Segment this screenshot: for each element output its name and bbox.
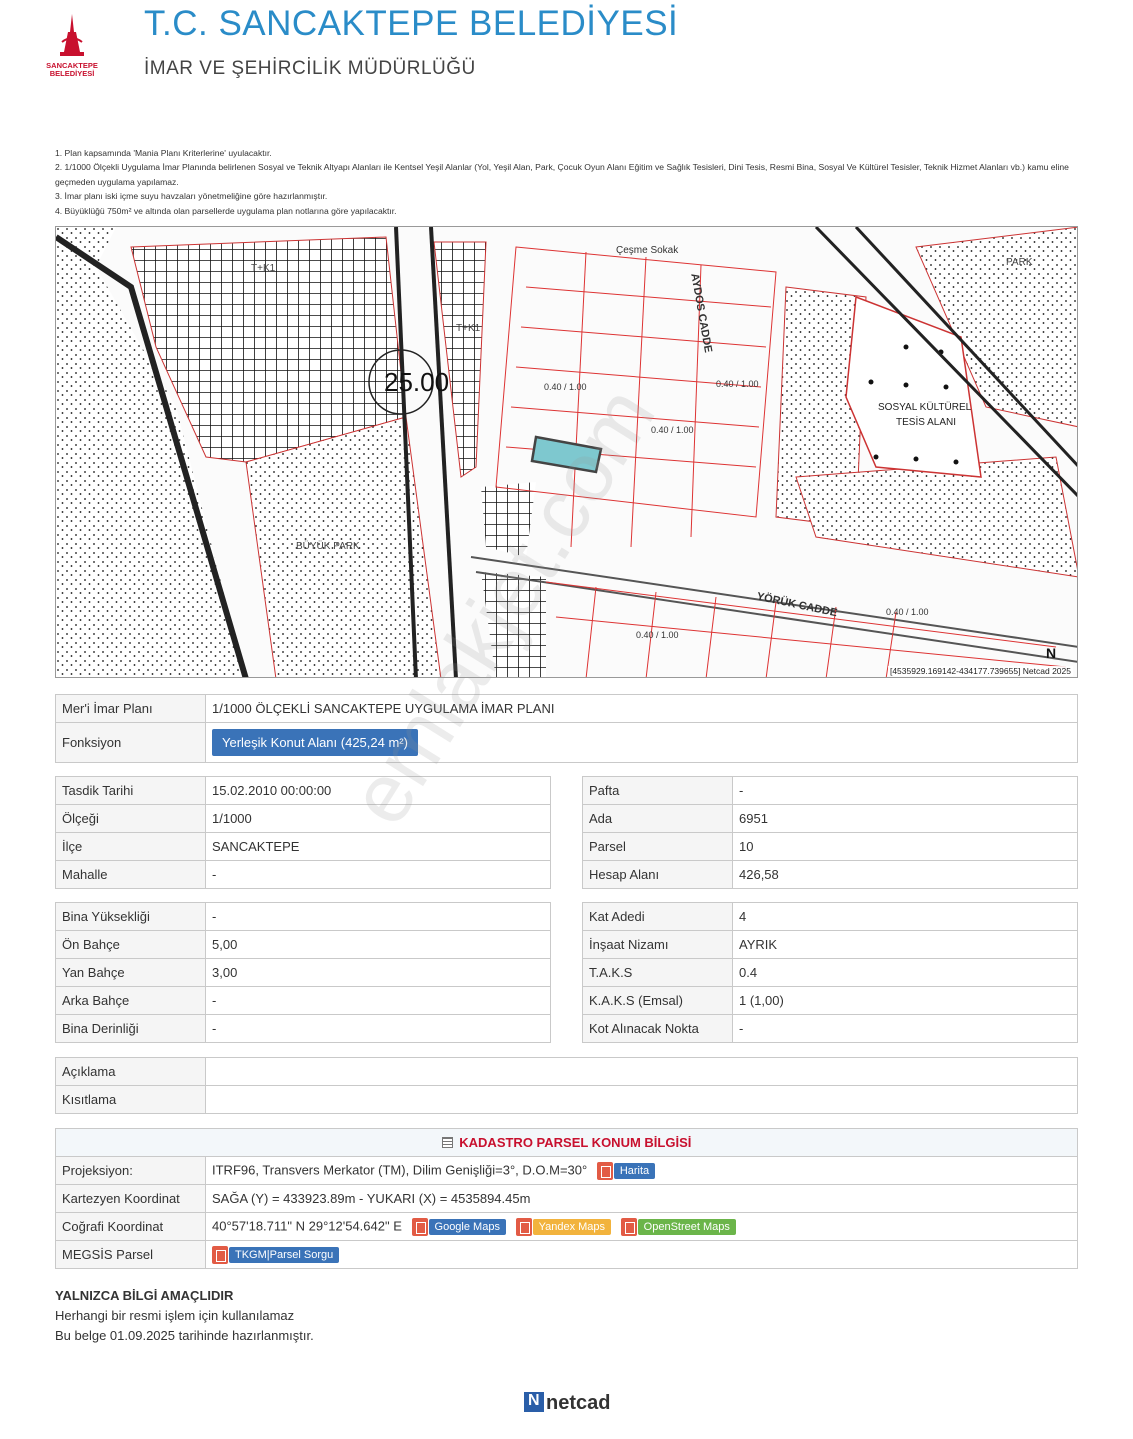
plan-note: 4. Büyüklüğü 750m² ve altında olan parse…: [55, 205, 397, 216]
document-icon: [515, 1217, 532, 1236]
field-value: SANCAKTEPE: [205, 832, 551, 861]
document-icon: [212, 1245, 228, 1264]
page-header: SANCAKTEPE BELEDİYESİ T.C. SANCAKTEPE BE…: [0, 0, 1133, 100]
document-icon: [620, 1217, 637, 1236]
field-label: Yan Bahçe: [55, 958, 206, 987]
map-label: 0.40 / 1.00: [716, 379, 759, 389]
map-label: T+K1: [251, 263, 276, 274]
openstreet-maps-button[interactable]: OpenStreet Maps: [637, 1218, 736, 1235]
map-label: PARK: [1006, 257, 1033, 268]
cartesian-label: Kartezyen Koordinat: [55, 1184, 206, 1213]
field-label: Ön Bahçe: [55, 930, 206, 959]
municipality-logo: SANCAKTEPE BELEDİYESİ: [36, 12, 108, 82]
cadastre-title: KADASTRO PARSEL KONUM BİLGİSİ: [459, 1135, 692, 1150]
field-label: T.A.K.S: [582, 958, 733, 987]
parcel-info-table-right: Pafta - Ada 6951 Parsel 10 Hesap Alanı 426,5…: [582, 776, 1078, 889]
field-value: -: [205, 1014, 551, 1043]
map-label: T+K1: [456, 323, 481, 334]
disclaimer-line: Herhangi bir resmi işlem için kullanılam…: [55, 1308, 295, 1323]
field-value: -: [205, 860, 551, 889]
projection-label: Projeksiyon:: [55, 1156, 206, 1185]
plan-value: 1/1000 ÖLÇEKLİ SANCAKTEPE UYGULAMA İMAR …: [205, 694, 1078, 723]
field-value: 3,00: [205, 958, 551, 987]
map-link-button[interactable]: Harita: [613, 1162, 656, 1179]
map-label: 25.00: [384, 367, 450, 397]
field-label: Arka Bahçe: [55, 986, 206, 1015]
map-label: 0.40 / 1.00: [636, 630, 679, 640]
remarks-table: Açıklama Kısıtlama: [55, 1057, 1078, 1114]
field-value: 4: [732, 902, 1078, 931]
field-value: -: [732, 1014, 1078, 1043]
disclaimer-title: YALNIZCA BİLGİ AMAÇLIDIR: [55, 1288, 234, 1303]
field-label: Ölçeği: [55, 804, 206, 833]
field-label: Kot Alınacak Nokta: [582, 1014, 733, 1043]
parcel-info-table-left: Tasdik Tarihi 15.02.2010 00:00:00 Ölçeği 1…: [55, 776, 551, 889]
kisitlama-label: Kısıtlama: [55, 1085, 206, 1114]
geographic-label: Coğrafi Koordinat: [55, 1212, 206, 1241]
field-label: Kat Adedi: [582, 902, 733, 931]
field-value: 10: [732, 832, 1078, 861]
field-value: 0.4: [732, 958, 1078, 987]
field-label: Bina Yüksekliği: [55, 902, 206, 931]
plan-note: 1. Plan kapsamında 'Mania Planı Kriterle…: [55, 148, 272, 158]
plan-note: 3. İmar planı iski içme suyu havzaları y…: [55, 191, 328, 202]
map-label: BÜYÜK PARK: [296, 541, 360, 552]
field-value: 5,00: [205, 930, 551, 959]
field-label: K.A.K.S (Emsal): [582, 986, 733, 1015]
map-label: 0.40 / 1.00: [886, 607, 929, 617]
field-value: 426,58: [732, 860, 1078, 889]
field-label: İnşaat Nizamı: [582, 930, 733, 959]
megsis-label: MEGSİS Parsel: [55, 1240, 206, 1269]
google-maps-button[interactable]: Google Maps: [428, 1218, 506, 1235]
page-subtitle: İMAR VE ŞEHİRCİLİK MÜDÜRLÜĞÜ: [144, 58, 476, 79]
aciklama-value: [205, 1057, 1078, 1086]
grid-icon: [441, 1137, 453, 1148]
field-value: AYRIK: [732, 930, 1078, 959]
field-label: Ada: [582, 804, 733, 833]
netcad-icon: [524, 1392, 544, 1412]
map-label: Çeşme Sokak: [616, 245, 679, 256]
field-label: Pafta: [582, 776, 733, 805]
cartesian-value: SAĞA (Y) = 433923.89m - YUKARI (X) = 453…: [205, 1184, 1078, 1213]
document-icon: [596, 1161, 613, 1180]
yandex-maps-button[interactable]: Yandex Maps: [532, 1218, 612, 1235]
plan-note: 2. 1/1000 Ölçekli Uygulama İmar Planında…: [55, 162, 1069, 187]
field-value: 6951: [732, 804, 1078, 833]
field-value: -: [732, 776, 1078, 805]
plan-label: Mer'i İmar Planı: [55, 694, 206, 723]
tkgm-parcel-query-button[interactable]: TKGM|Parsel Sorgu: [229, 1246, 340, 1263]
field-value: 1 (1,00): [732, 986, 1078, 1015]
footer-disclaimer: YALNIZCA BİLGİ AMAÇLIDIR Herhangi bir re…: [55, 1286, 314, 1346]
netcad-logo: netcad: [524, 1392, 610, 1415]
building-info-table-right: Kat Adedi 4 İnşaat Nizamı AYRIK T.A.K.S 0.4…: [582, 902, 1078, 1043]
logo-text: SANCAKTEPE BELEDİYESİ: [46, 61, 98, 78]
field-label: Mahalle: [55, 860, 206, 889]
document-icon: [411, 1217, 428, 1236]
field-label: Parsel: [582, 832, 733, 861]
tower-icon: [60, 14, 84, 56]
field-label: Tasdik Tarihi: [55, 776, 206, 805]
field-value: -: [205, 986, 551, 1015]
plan-notes: 1. Plan kapsamında 'Mania Planı Kriterle…: [55, 146, 1080, 218]
aciklama-label: Açıklama: [55, 1057, 206, 1086]
prepared-date: Bu belge 01.09.2025 tarihinde hazırlanmı…: [55, 1328, 314, 1343]
field-label: Bina Derinliği: [55, 1014, 206, 1043]
field-label: Hesap Alanı: [582, 860, 733, 889]
page-title: T.C. SANCAKTEPE BELEDİYESİ: [144, 4, 679, 43]
map-label: TESİS ALANI: [896, 417, 957, 428]
function-label: Fonksiyon: [55, 722, 206, 763]
cadastre-table: KADASTRO PARSEL KONUM BİLGİSİ Projeksiyo…: [55, 1128, 1078, 1269]
plan-table: Mer'i İmar Planı 1/1000 ÖLÇEKLİ SANCAKTE…: [55, 694, 1078, 763]
field-label: İlçe: [55, 832, 206, 861]
north-arrow-icon: N: [1046, 645, 1057, 661]
geographic-value: 40°57'18.711" N 29°12'54.642" E: [212, 1217, 402, 1233]
map-label: SOSYAL KÜLTÜREL: [878, 402, 972, 413]
projection-value: ITRF96, Transvers Merkator (TM), Dilim G…: [212, 1161, 588, 1177]
field-value: -: [205, 902, 551, 931]
building-info-table-left: Bina Yüksekliği - Ön Bahçe 5,00 Yan Bahçe 3…: [55, 902, 551, 1043]
map-coordinate-readout: [4535929.169142-434177.739655] Netcad 20…: [887, 666, 1073, 676]
kisitlama-value: [205, 1085, 1078, 1114]
netcad-brand: netcad: [546, 1392, 611, 1414]
